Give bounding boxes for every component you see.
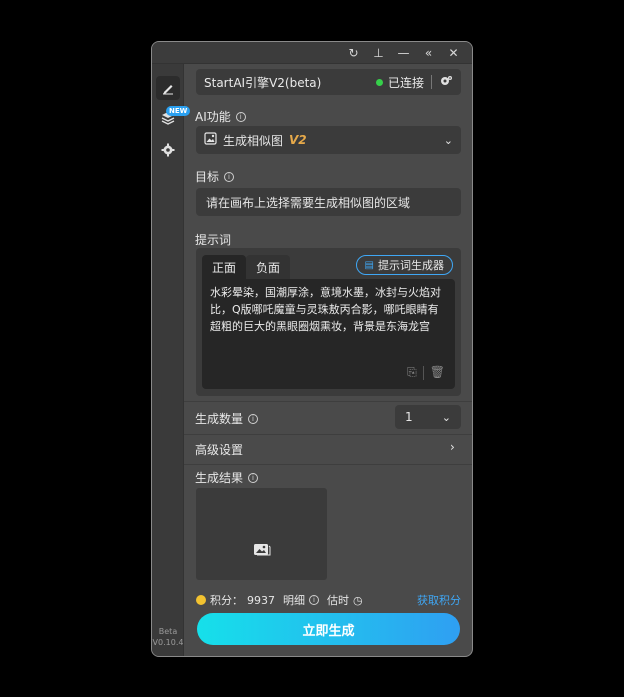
similar-image-icon <box>204 132 217 148</box>
engine-settings-icon[interactable] <box>439 74 453 91</box>
prompt-panel: 正面 负面 ▤ 提示词生成器 水彩晕染，国潮厚涂，意境水墨，冰封与火焰对比，Q版… <box>196 248 461 396</box>
advanced-settings-label: 高级设置 <box>195 443 244 457</box>
target-label-text: 目标 <box>195 170 220 184</box>
image-icon <box>253 542 271 560</box>
generate-count-value: 1 <box>405 410 413 424</box>
info-icon[interactable]: i <box>235 111 246 122</box>
version-beta: Beta <box>158 627 178 636</box>
version-number: V0.10.4 <box>152 638 184 647</box>
result-image-placeholder <box>196 488 327 580</box>
connection-status: 已连接 <box>387 75 424 90</box>
divider <box>184 464 472 465</box>
info-icon[interactable]: i <box>248 472 259 483</box>
points-detail-link[interactable]: 明细 <box>283 592 305 608</box>
divider <box>184 401 472 402</box>
get-points-link[interactable]: 获取积分 <box>417 592 461 608</box>
tab-positive[interactable]: 正面 <box>202 255 246 279</box>
title-bar: ↻ ⊥ — « ✕ <box>152 42 472 64</box>
chevron-down-icon: ⌄ <box>443 133 453 147</box>
result-label-text: 生成结果 <box>195 471 244 485</box>
tab-negative[interactable]: 负面 <box>246 255 290 279</box>
coin-icon <box>196 595 206 605</box>
status-dot <box>375 78 383 86</box>
refresh-icon[interactable]: ↻ <box>341 42 366 64</box>
ai-function-label-text: AI功能 <box>195 110 231 124</box>
points-row: 积分： 9937 明细 i 估时 ◷ 获取积分 <box>196 592 461 608</box>
generate-now-button[interactable]: 立即生成 <box>197 613 460 645</box>
info-icon[interactable]: i <box>248 413 259 424</box>
divider <box>422 365 424 380</box>
prompt-tabs: 正面 负面 <box>202 255 290 279</box>
target-label: 目标 i <box>195 168 235 185</box>
target-field[interactable]: 请在画布上选择需要生成相似图的区域 <box>196 188 461 216</box>
v2-tag: V2 <box>289 133 307 147</box>
ai-function-label: AI功能 i <box>195 108 246 125</box>
generate-count-label: 生成数量 i <box>195 410 259 427</box>
info-icon[interactable]: i <box>224 171 235 182</box>
prompt-label: 提示词 <box>195 231 231 248</box>
minimize-icon[interactable]: — <box>391 42 416 64</box>
clock-icon: ◷ <box>353 593 363 607</box>
chevron-right-icon[interactable]: › <box>450 440 455 454</box>
engine-bar: StartAI引擎V2(beta) 已连接 <box>196 69 461 95</box>
main-panel: StartAI引擎V2(beta) 已连接 AI功能 i 生成相似图 V2 ⌄ … <box>184 64 472 656</box>
settings-gear-icon[interactable] <box>156 138 180 162</box>
info-icon[interactable]: i <box>309 595 319 605</box>
engine-name: StartAI引擎V2(beta) <box>204 75 322 90</box>
copy-icon[interactable]: ⎘ <box>407 364 417 381</box>
ai-function-value: 生成相似图 <box>223 133 284 148</box>
sidebar: NEW Beta V0.10.4 <box>152 64 191 656</box>
points-value: 9937 <box>247 593 275 607</box>
prompt-generator-button[interactable]: ▤ 提示词生成器 <box>355 255 453 275</box>
prompt-textarea[interactable]: 水彩晕染，国潮厚涂，意境水墨，冰封与火焰对比，Q版哪吒魔童与灵珠敖丙合影，哪吒眼… <box>202 279 455 389</box>
prompt-generator-label: 提示词生成器 <box>378 259 444 272</box>
prompt-text: 水彩晕染，国潮厚涂，意境水墨，冰封与火焰对比，Q版哪吒魔童与灵珠敖丙合影，哪吒眼… <box>210 286 441 333</box>
pin-icon[interactable]: ⊥ <box>366 42 391 64</box>
prompt-actions: ⎘ 🗑 <box>407 364 445 381</box>
divider <box>431 75 432 89</box>
chevron-down-icon: ⌄ <box>441 410 451 424</box>
advanced-settings-row[interactable]: 高级设置 <box>195 441 243 458</box>
trash-icon[interactable]: 🗑 <box>430 364 445 381</box>
app-window: ↻ ⊥ — « ✕ NEW Beta V0.10.4 StartAI引擎V2(b… <box>151 41 473 657</box>
close-icon[interactable]: ✕ <box>441 42 466 64</box>
points-label: 积分： <box>210 594 243 607</box>
collapse-icon[interactable]: « <box>416 42 441 64</box>
prompt-label-text: 提示词 <box>195 233 232 247</box>
generate-count-select[interactable]: 1 ⌄ <box>395 405 461 429</box>
ai-function-select[interactable]: 生成相似图 V2 ⌄ <box>196 126 461 154</box>
brush-icon[interactable] <box>156 76 180 100</box>
version-label: Beta V0.10.4 <box>152 626 184 648</box>
book-icon: ▤ <box>364 259 374 271</box>
estimate-time-label: 估时 <box>327 594 349 607</box>
divider <box>184 434 472 435</box>
generate-count-label-text: 生成数量 <box>195 412 244 426</box>
result-label: 生成结果 i <box>195 469 259 486</box>
